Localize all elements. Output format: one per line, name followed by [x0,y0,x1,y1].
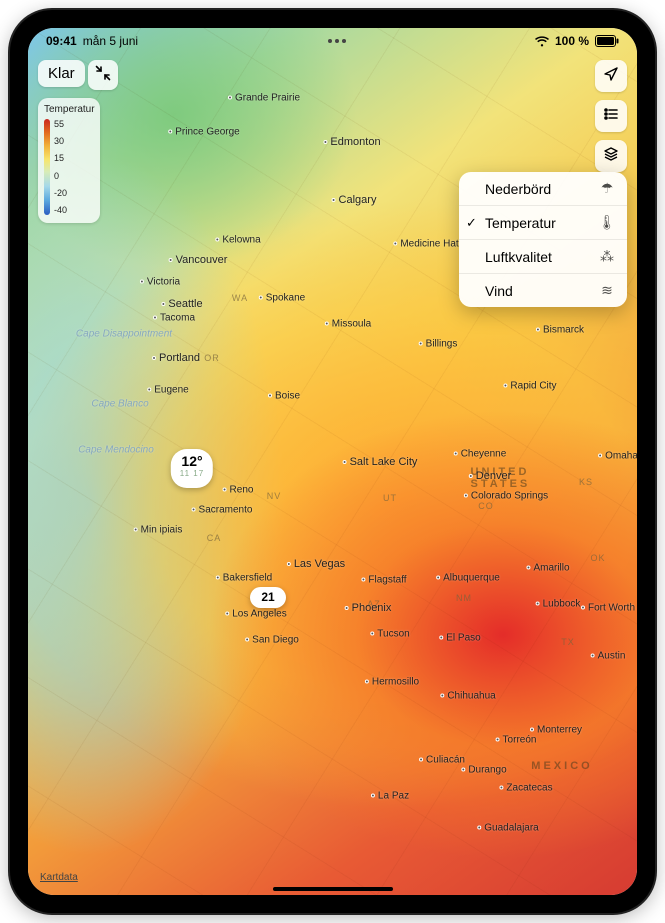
layer-label: Temperatur [485,215,599,231]
bubble-temp: 21 [257,590,279,604]
legend-tick: 30 [54,136,67,146]
layer-item-temperature[interactable]: ✓ Temperatur 🌡 [459,206,627,240]
particles-icon: ⁂ [599,248,615,265]
done-label: Klar [48,65,75,82]
battery-pct: 100 % [555,34,589,48]
map-borders [28,28,637,895]
location-arrow-icon [603,66,619,87]
legend-tick: 55 [54,119,67,129]
locate-me-button[interactable] [595,60,627,92]
status-bar: 09:41 mån 5 juni 100 % [28,28,637,52]
arrows-in-icon [95,65,111,86]
location-bubble[interactable]: 12°11 17 [171,449,213,488]
legend-tick: 0 [54,171,67,181]
wind-icon: ≋ [599,282,615,299]
list-icon [603,106,619,127]
home-indicator[interactable] [273,887,393,891]
temperature-legend: Temperatur 55 30 15 0 -20 -40 [38,98,100,223]
layer-item-precipitation[interactable]: Nederbörd ☂ [459,172,627,206]
check-icon: ✓ [466,215,477,231]
map-attribution[interactable]: Kartdata [40,872,78,883]
layer-item-wind[interactable]: Vind ≋ [459,274,627,307]
legend-tick: -40 [54,205,67,215]
layers-icon [603,146,619,167]
battery-icon [595,35,619,47]
status-date: mån 5 juni [83,34,138,48]
screen: 09:41 mån 5 juni 100 % Klar [28,28,637,895]
layer-label: Vind [485,283,599,299]
multitask-dots[interactable] [138,39,535,43]
bubble-sub: 11 17 [180,469,204,478]
wifi-icon [535,36,549,47]
done-button[interactable]: Klar [38,60,85,87]
legend-gradient [44,119,50,215]
umbrella-icon: ☂ [599,180,615,197]
layer-label: Nederbörd [485,181,599,197]
legend-title: Temperatur [44,104,94,115]
location-bubble[interactable]: 21 [250,587,286,608]
status-time: 09:41 [46,34,77,48]
list-button[interactable] [595,100,627,132]
layer-label: Luftkvalitet [485,249,599,265]
legend-tick: -20 [54,188,67,198]
bubble-temp: 12° [180,453,204,469]
thermometer-icon: 🌡 [599,214,615,231]
legend-ticks: 55 30 15 0 -20 -40 [54,119,67,215]
layer-menu: Nederbörd ☂ ✓ Temperatur 🌡 Luftkvalitet … [459,172,627,307]
legend-tick: 15 [54,153,67,163]
collapse-button[interactable] [88,60,118,90]
layers-button[interactable] [595,140,627,172]
layer-item-airquality[interactable]: Luftkvalitet ⁂ [459,240,627,274]
ipad-frame: 09:41 mån 5 juni 100 % Klar [10,10,655,913]
